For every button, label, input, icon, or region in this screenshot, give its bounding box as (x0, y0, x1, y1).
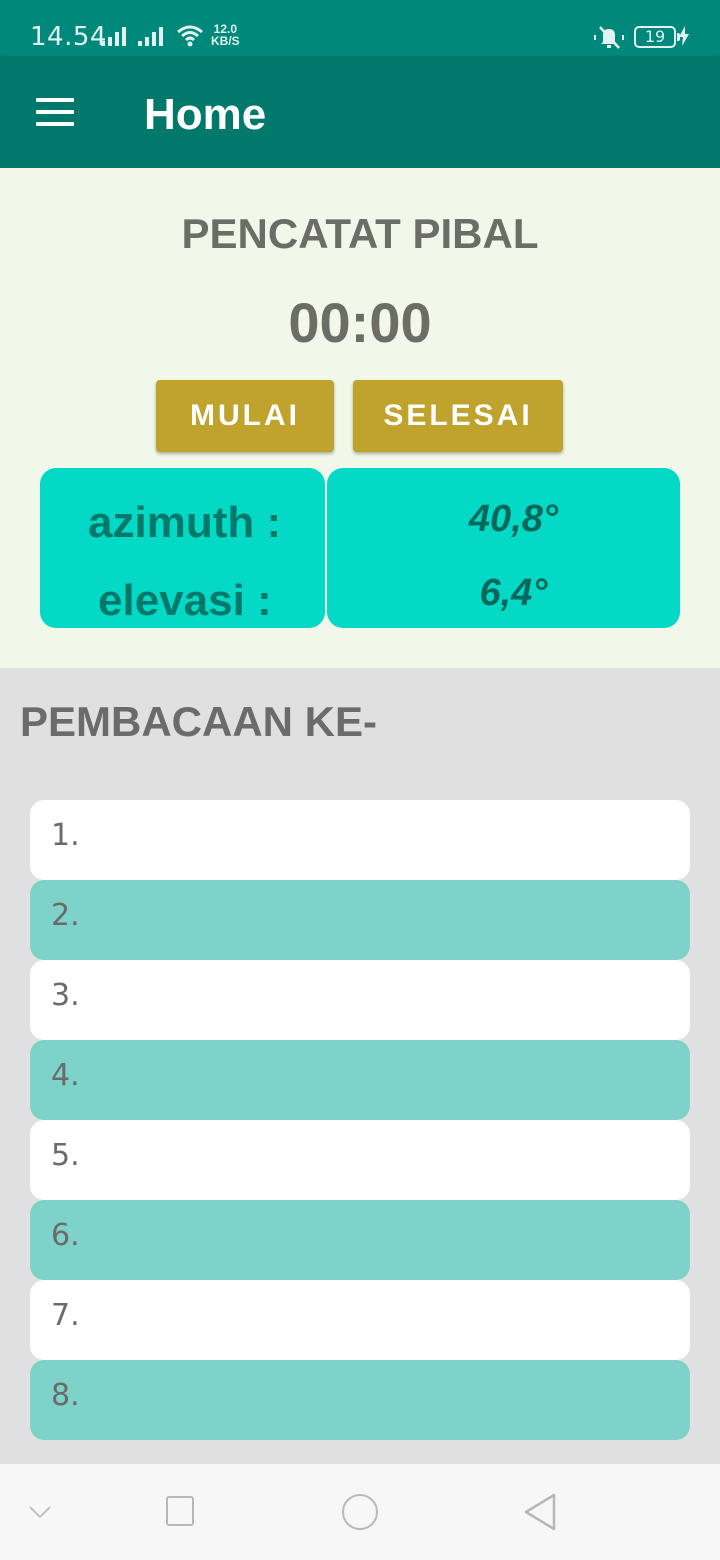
recorder-title: PENCATAT PIBAL (181, 210, 539, 257)
charging-icon (679, 26, 689, 46)
wifi-icon (177, 25, 203, 47)
azimuth-label: azimuth : (88, 498, 282, 547)
status-bar: 14.54 12.0 KB/S 19 (0, 0, 720, 56)
timer-display: 00:00 (288, 291, 432, 354)
home-icon[interactable] (342, 1494, 378, 1530)
net-speed: 12.0 KB/S (211, 23, 240, 47)
menu-icon[interactable] (36, 98, 76, 128)
readings-heading: PEMBACAAN KE- (20, 698, 377, 745)
azimuth-value: 40,8° (468, 498, 559, 540)
list-item[interactable]: 2. (30, 880, 690, 960)
back-icon[interactable] (522, 1492, 558, 1532)
battery-icon: 19 (634, 26, 680, 48)
recorder-panel: PENCATAT PIBAL 00:00 MULAI SELESAI azimu… (0, 168, 720, 668)
app-bar: Home (0, 56, 720, 168)
reading-values-card: 40,8° 6,4° (327, 468, 680, 628)
list-item[interactable]: 5. (30, 1120, 690, 1200)
net-speed-unit: KB/S (211, 34, 240, 48)
signal-icon (101, 26, 126, 46)
stop-button[interactable]: SELESAI (353, 380, 563, 452)
status-time: 14.54 (30, 22, 107, 52)
start-button[interactable]: MULAI (156, 380, 334, 452)
readings-list: 1. 2. 3. 4. 5. 6. 7. 8. (30, 800, 690, 1440)
elevation-value: 6,4° (479, 572, 548, 614)
mute-icon (594, 26, 624, 49)
list-item[interactable]: 4. (30, 1040, 690, 1120)
list-item[interactable]: 1. (30, 800, 690, 880)
list-item[interactable]: 3. (30, 960, 690, 1040)
reading-labels-card: azimuth : elevasi : (40, 468, 325, 628)
list-item[interactable]: 7. (30, 1280, 690, 1360)
signal-icon (138, 26, 163, 46)
list-item[interactable]: 6. (30, 1200, 690, 1280)
recent-apps-icon[interactable] (166, 1496, 194, 1526)
list-item[interactable]: 8. (30, 1360, 690, 1440)
system-nav-bar (0, 1464, 720, 1560)
chevron-down-icon[interactable] (28, 1504, 52, 1520)
page-title: Home (144, 90, 267, 139)
elevation-label: elevasi : (98, 576, 272, 625)
readings-section: PEMBACAAN KE- 1. 2. 3. 4. 5. 6. 7. 8. (0, 668, 720, 1464)
